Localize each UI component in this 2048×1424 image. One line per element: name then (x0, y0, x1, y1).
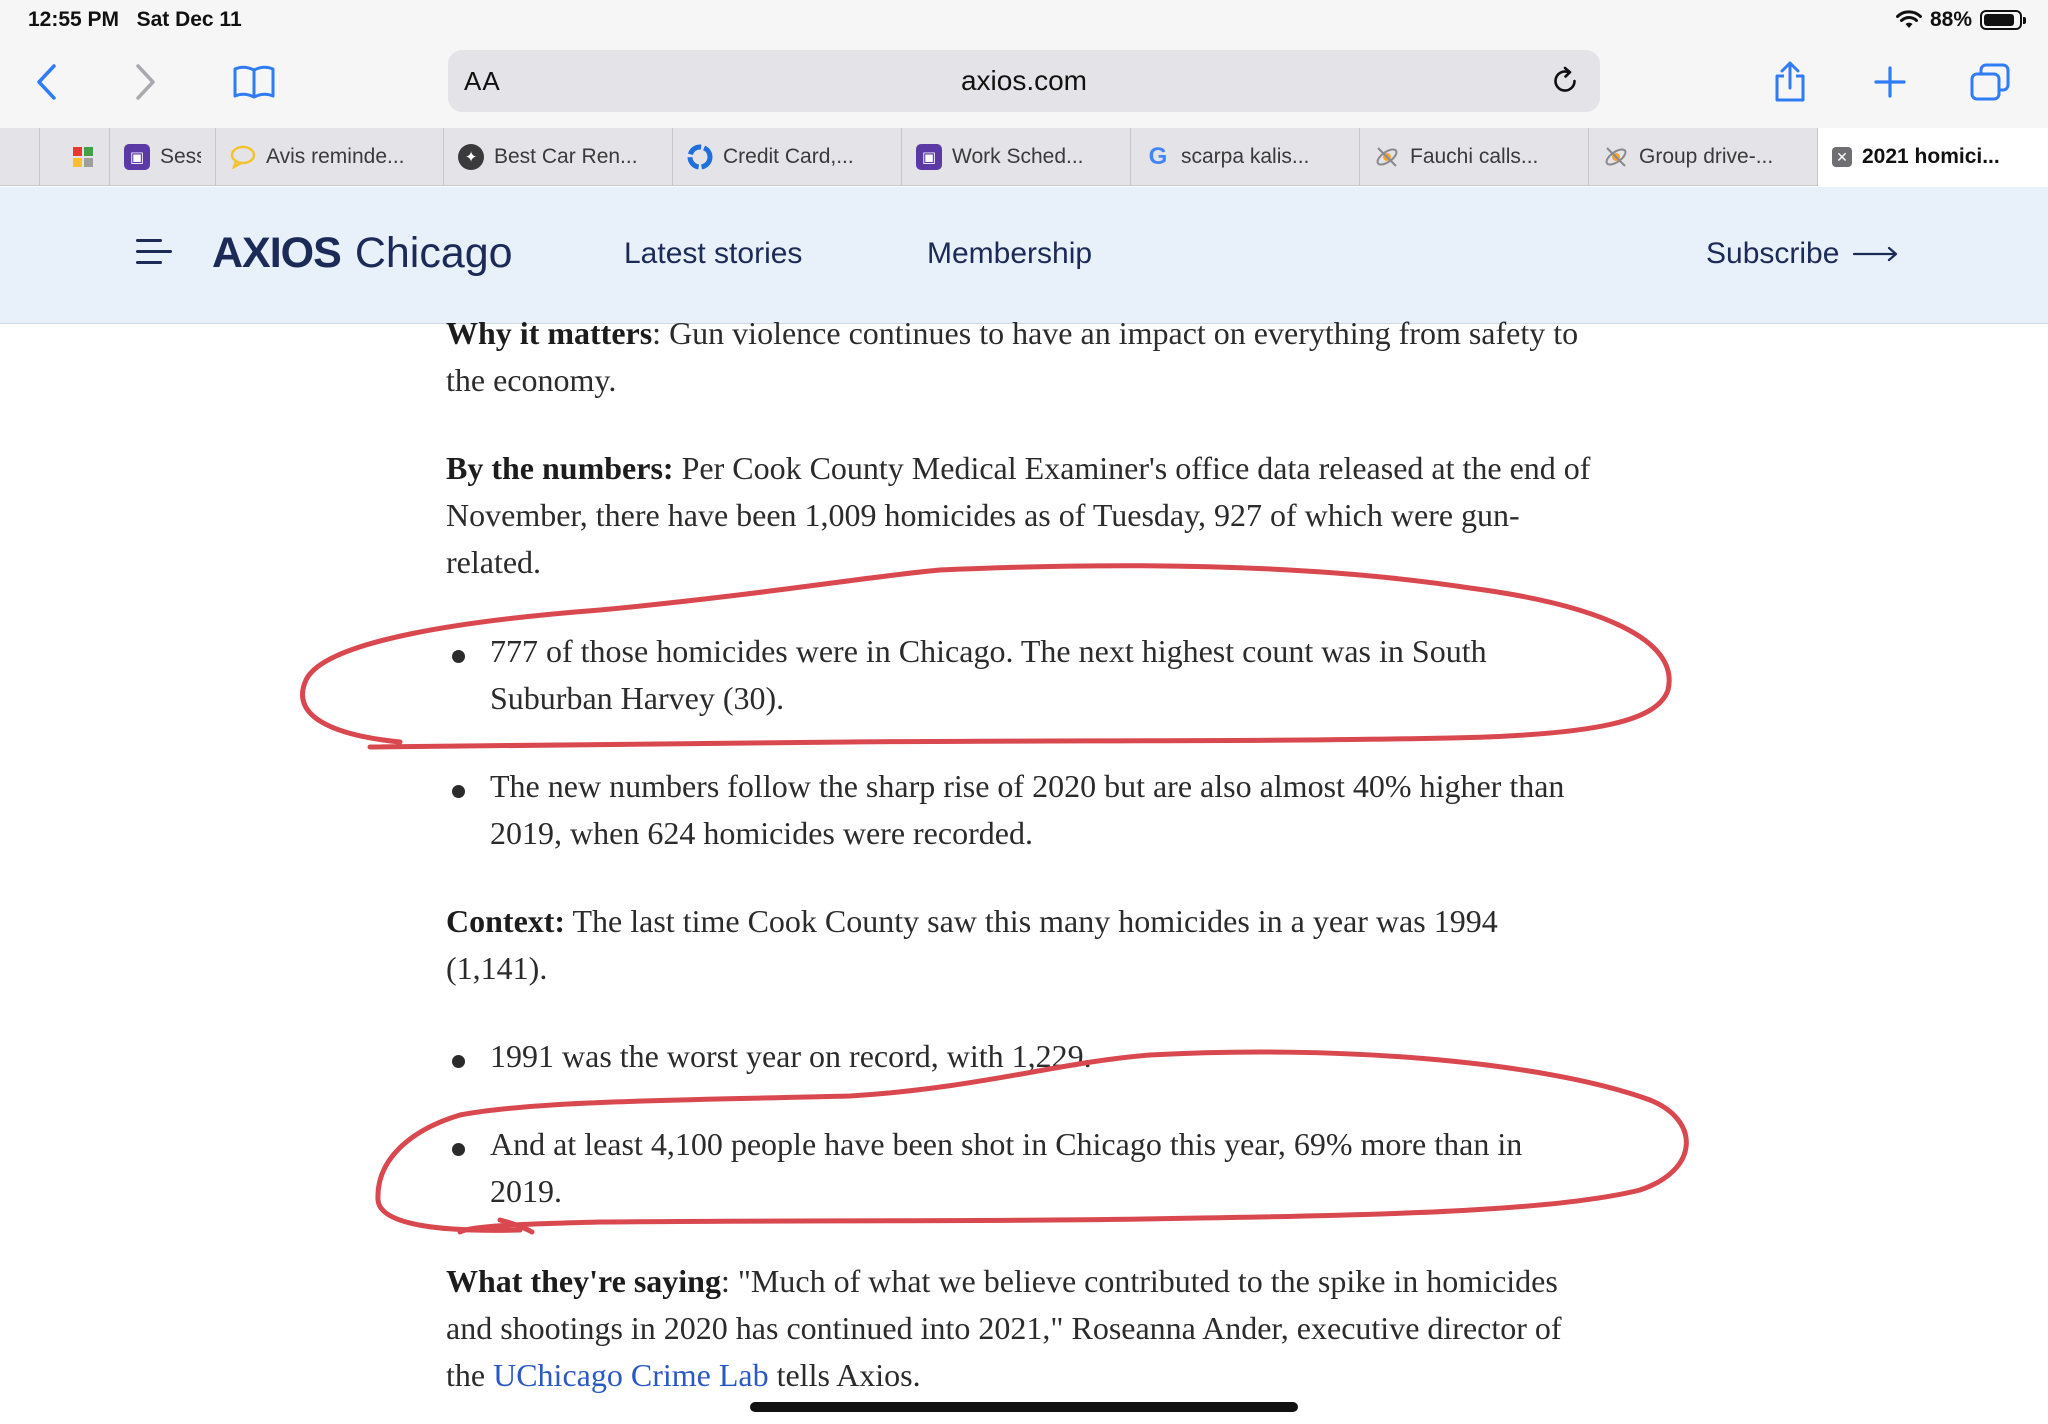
list-item-chicago-homicides: 777 of those homicides were in Chicago. … (446, 628, 1596, 722)
subscribe-label: Subscribe (1706, 237, 1840, 270)
back-icon (37, 64, 56, 100)
tab-group-drive[interactable]: Group drive-... (1589, 128, 1818, 186)
wifi-icon (1895, 10, 1922, 28)
share-button[interactable] (1762, 56, 1818, 108)
address-bar[interactable]: AA axios.com (448, 50, 1600, 112)
by-the-numbers-paragraph: By the numbers: Per Cook County Medical … (446, 445, 1596, 586)
tab-label: 2021 homici... (1862, 145, 2000, 168)
tabs-overview-button[interactable] (1962, 56, 2018, 108)
what-theyre-saying-paragraph: What they're saying: "Much of what we be… (446, 1258, 1596, 1399)
shield-favicon-icon: ✦ (458, 144, 484, 170)
clock-date: Sat Dec 11 (136, 8, 242, 31)
forward-icon (136, 64, 155, 100)
tab-sessi[interactable]: ▣ Sessi (110, 128, 216, 186)
paragraph-lead: Context: (446, 903, 566, 939)
tab-label: Avis reminde... (266, 145, 405, 168)
new-tab-icon (1874, 66, 1906, 98)
arrow-right-icon (1853, 246, 1898, 262)
home-indicator[interactable] (750, 1402, 1298, 1412)
status-bar: 12:55 PM Sat Dec 11 88% (0, 0, 2048, 42)
tab-scarpa[interactable]: G scarpa kalis... (1131, 128, 1360, 186)
tab-label: Best Car Ren... (494, 145, 638, 168)
scheduler-favicon-icon: ▣ (916, 144, 942, 170)
bookmarks-button[interactable] (226, 56, 282, 108)
tab-label: Group drive-... (1639, 145, 1774, 168)
tab-label: Fauchi calls... (1410, 145, 1539, 168)
tab-best-car-rental[interactable]: ✦ Best Car Ren... (444, 128, 673, 186)
url-text[interactable]: axios.com (448, 50, 1600, 112)
tab-fauchi[interactable]: Fauchi calls... (1360, 128, 1589, 186)
battery-percent: 88% (1929, 8, 1972, 31)
tab-avis[interactable]: Avis reminde... (216, 128, 444, 186)
status-indicators: 88% (1895, 8, 2026, 32)
paragraph-lead: Why it matters (446, 315, 653, 351)
forward-button[interactable] (118, 56, 174, 108)
google-favicon-icon: G (1148, 143, 1168, 170)
satellite-favicon-icon (1374, 144, 1400, 170)
site-header: AXIOS Chicago Latest stories Membership … (0, 187, 2048, 324)
menu-icon[interactable] (136, 239, 172, 269)
satellite-favicon-icon (1603, 144, 1629, 170)
tab-edge (0, 128, 40, 186)
paragraph-lead: What they're saying (446, 1263, 721, 1299)
battery-icon (1980, 10, 2026, 30)
reload-button[interactable] (1548, 64, 1582, 98)
close-tab-icon[interactable]: ✕ (1832, 147, 1852, 167)
logo-brand: AXIOS (212, 229, 342, 277)
share-icon (1775, 61, 1805, 102)
site-logo[interactable]: AXIOS Chicago (212, 229, 513, 278)
paragraph-text: tells Axios. (768, 1357, 921, 1393)
status-time: 12:55 PM Sat Dec 11 (28, 8, 242, 32)
reload-icon (1554, 66, 1576, 92)
tab-strip: ▣ Sessi Avis reminde... ✦ Best Car Ren..… (0, 128, 2048, 186)
tab-label: scarpa kalis... (1181, 145, 1310, 168)
tab-label: Work Sched... (952, 145, 1084, 168)
back-button[interactable] (18, 56, 74, 108)
crime-lab-link[interactable]: UChicago Crime Lab (493, 1357, 768, 1393)
list-item-worst-year: 1991 was the worst year on record, with … (446, 1033, 1596, 1080)
subscribe-link[interactable]: Subscribe (1706, 237, 1899, 271)
tab-credit-card[interactable]: Credit Card,... (673, 128, 902, 186)
tab-2021-homicides[interactable]: ✕ 2021 homici... (1818, 128, 2048, 186)
tabs-overview-icon (1970, 63, 2010, 101)
loop-favicon-icon (687, 144, 713, 170)
chat-bubble-favicon-icon (230, 144, 256, 170)
why-it-matters-paragraph: Why it matters: Gun violence continues t… (446, 310, 1596, 404)
list-item-people-shot: And at least 4,100 people have been shot… (446, 1121, 1596, 1215)
paragraph-lead: By the numbers: (446, 450, 674, 486)
grid-favicon-icon (70, 144, 96, 170)
annotation-tail-mark (497, 1217, 535, 1235)
battery-level (1984, 14, 2014, 26)
logo-city: Chicago (354, 229, 513, 277)
paragraph-text: The last time Cook County saw this many … (446, 903, 1498, 986)
bookmarks-icon (233, 65, 275, 99)
scheduler-favicon-icon: ▣ (124, 144, 150, 170)
nav-latest-stories[interactable]: Latest stories (624, 237, 802, 271)
nav-membership[interactable]: Membership (927, 237, 1092, 271)
clock-time: 12:55 PM (28, 8, 120, 31)
new-tab-button[interactable] (1862, 56, 1918, 108)
tab-work-schedule[interactable]: ▣ Work Sched... (902, 128, 1131, 186)
list-item-2019-comparison: The new numbers follow the sharp rise of… (446, 763, 1596, 857)
tab-label: Credit Card,... (723, 145, 854, 168)
context-paragraph: Context: The last time Cook County saw t… (446, 898, 1596, 992)
browser-toolbar: AA axios.com (0, 42, 2048, 128)
tab-grid[interactable] (40, 128, 110, 186)
tab-label: Sessi (160, 145, 201, 168)
